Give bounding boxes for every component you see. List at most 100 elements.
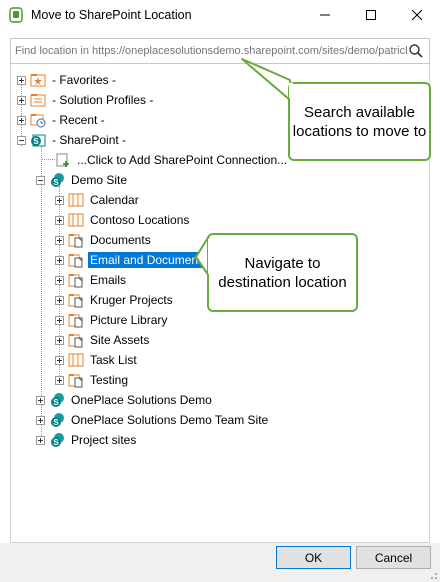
- add-connection-label: ...Click to Add SharePoint Connection...: [77, 153, 288, 167]
- maximize-icon: [366, 10, 376, 20]
- expand-icon[interactable]: [55, 355, 64, 365]
- callout-join: [208, 239, 212, 274]
- expand-icon[interactable]: [36, 395, 45, 405]
- tree-item-email-and-documents[interactable]: Email and Documents: [55, 251, 210, 269]
- sharepoint-site-icon: S: [49, 432, 65, 448]
- callout-search-text: Search available locations to move to: [292, 103, 427, 140]
- tree-item-project-sites[interactable]: S Project sites: [36, 431, 138, 449]
- tree-item-label: - SharePoint -: [52, 133, 127, 147]
- ok-button[interactable]: OK: [276, 546, 351, 569]
- tree-item-label: Demo Site: [71, 173, 128, 187]
- document-library-icon: [68, 292, 84, 308]
- tree-item-picture-library[interactable]: Picture Library: [55, 311, 169, 329]
- maximize-button[interactable]: [348, 0, 394, 30]
- tree-item-label: Kruger Projects: [90, 293, 173, 307]
- tree-item-site-assets[interactable]: Site Assets: [55, 331, 151, 349]
- tree-item-label: Calendar: [90, 193, 139, 207]
- resize-grip-icon[interactable]: [428, 570, 438, 580]
- tree-item-label: Documents: [90, 233, 151, 247]
- expand-icon[interactable]: [17, 115, 26, 125]
- add-connection-item[interactable]: ...Click to Add SharePoint Connection...: [55, 151, 289, 169]
- tree-item-label: Site Assets: [90, 333, 150, 347]
- sharepoint-site-icon: S: [49, 172, 65, 188]
- favorites-folder-icon: [30, 72, 46, 88]
- expand-icon[interactable]: [17, 95, 26, 105]
- search-icon[interactable]: [408, 43, 424, 59]
- tree-item-oneplace-team-site[interactable]: S OnePlace Solutions Demo Team Site: [36, 411, 270, 429]
- tree-item-testing[interactable]: Testing: [55, 371, 130, 389]
- app-icon: [9, 7, 23, 23]
- tree-item-task-list[interactable]: Task List: [55, 351, 139, 369]
- tree-item-oneplace-solutions-demo[interactable]: S OnePlace Solutions Demo: [36, 391, 214, 409]
- tree-guide-line: [41, 159, 55, 160]
- search-input[interactable]: [15, 43, 407, 59]
- document-library-icon: [68, 272, 84, 288]
- location-search-box[interactable]: [10, 38, 430, 64]
- tree-item-label: Project sites: [71, 433, 137, 447]
- document-library-icon: [68, 232, 84, 248]
- tree-item-sharepoint[interactable]: S - SharePoint -: [17, 131, 128, 149]
- callout-join: [289, 83, 293, 98]
- tree-item-label: Emails: [90, 273, 127, 287]
- document-library-icon: [68, 312, 84, 328]
- svg-text:S: S: [53, 178, 59, 187]
- tree-item-documents[interactable]: Documents: [55, 231, 153, 249]
- expand-icon[interactable]: [55, 295, 64, 305]
- svg-text:S: S: [53, 398, 59, 407]
- tree-item-contoso-locations[interactable]: Contoso Locations: [55, 211, 191, 229]
- tree-item-label: Picture Library: [90, 313, 168, 327]
- svg-text:S: S: [53, 418, 59, 427]
- expand-icon[interactable]: [36, 435, 45, 445]
- sharepoint-site-icon: S: [49, 412, 65, 428]
- expand-icon[interactable]: [55, 235, 64, 245]
- expand-icon[interactable]: [17, 75, 26, 85]
- tree-item-label: - Recent -: [52, 113, 105, 127]
- window-title: Move to SharePoint Location: [31, 8, 192, 22]
- expand-icon[interactable]: [55, 215, 64, 225]
- tree-item-label: Contoso Locations: [90, 213, 190, 227]
- tree-item-emails[interactable]: Emails: [55, 271, 128, 289]
- svg-text:S: S: [53, 438, 59, 447]
- collapse-icon[interactable]: [17, 135, 26, 145]
- collapse-icon[interactable]: [36, 175, 45, 185]
- tree-item-label: Task List: [90, 353, 137, 367]
- title-bar: Move to SharePoint Location: [0, 0, 440, 30]
- callout-search-tip: Search available locations to move to: [288, 82, 431, 161]
- tree-item-solution-profiles[interactable]: - Solution Profiles -: [17, 91, 155, 109]
- document-library-icon: [68, 372, 84, 388]
- close-button[interactable]: [394, 0, 440, 30]
- expand-icon[interactable]: [55, 255, 64, 265]
- tree-item-favorites[interactable]: - Favorites -: [17, 71, 118, 89]
- expand-icon[interactable]: [36, 415, 45, 425]
- callout-navigate-text: Navigate to destination location: [218, 254, 347, 291]
- sharepoint-folder-icon: S: [30, 132, 46, 148]
- expand-icon[interactable]: [55, 275, 64, 285]
- tree-item-label: Testing: [90, 373, 129, 387]
- expand-icon[interactable]: [55, 375, 64, 385]
- tree-item-calendar[interactable]: Calendar: [55, 191, 141, 209]
- document-library-icon: [68, 252, 84, 268]
- profiles-folder-icon: [30, 92, 46, 108]
- tree-item-kruger-projects[interactable]: Kruger Projects: [55, 291, 175, 309]
- expand-icon[interactable]: [55, 335, 64, 345]
- add-connection-icon: [55, 152, 71, 168]
- minimize-button[interactable]: [302, 0, 348, 30]
- tree-item-demo-site[interactable]: S Demo Site: [36, 171, 129, 189]
- tree-item-label: - Favorites -: [52, 73, 117, 87]
- tree-item-label: - Solution Profiles -: [52, 93, 154, 107]
- close-icon: [411, 9, 423, 21]
- expand-icon[interactable]: [55, 195, 64, 205]
- tree-item-label: OnePlace Solutions Demo Team Site: [71, 413, 269, 427]
- tree-item-label-selected: Email and Documents: [88, 252, 210, 268]
- sharepoint-site-icon: S: [49, 392, 65, 408]
- recent-folder-icon: [30, 112, 46, 128]
- tree-item-recent[interactable]: - Recent -: [17, 111, 107, 129]
- list-icon: [68, 212, 84, 228]
- svg-text:S: S: [33, 137, 39, 146]
- expand-icon[interactable]: [55, 315, 64, 325]
- list-icon: [68, 352, 84, 368]
- minimize-icon: [320, 14, 330, 16]
- callout-navigate-tip: Navigate to destination location: [207, 233, 358, 312]
- cancel-button[interactable]: Cancel: [356, 546, 431, 569]
- tree-item-label: OnePlace Solutions Demo: [71, 393, 212, 407]
